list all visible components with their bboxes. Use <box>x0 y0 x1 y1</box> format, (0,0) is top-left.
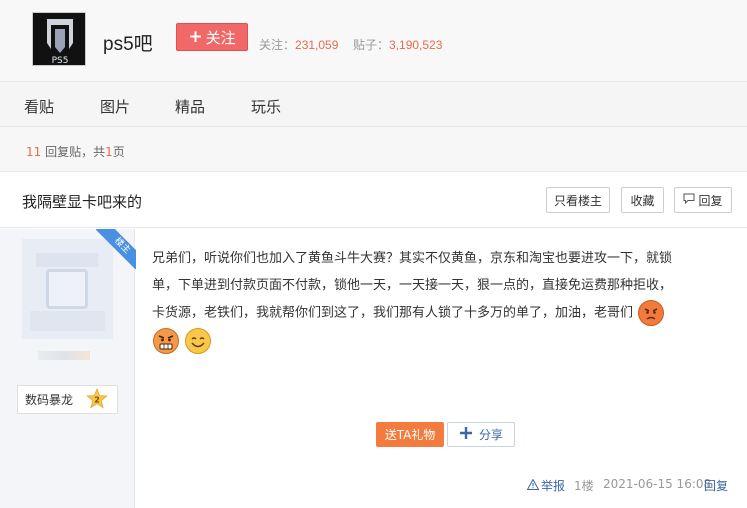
send-gift-button[interactable]: 送TA礼物 <box>376 422 444 447</box>
follow-button[interactable]: + 关注 <box>176 23 248 51</box>
favorite-button[interactable]: 收藏 <box>621 187 664 213</box>
floor-number: 1楼 <box>574 479 594 493</box>
content-line: 卡货源，老铁们，我就帮你们到这了，我们那有人锁了十多万的单了，加油，老哥们 <box>152 305 634 321</box>
username: 数码暴龙 <box>25 393 74 407</box>
angry-face-emoji-icon <box>637 299 665 327</box>
reply-label: 回复 <box>698 193 723 208</box>
plus-icon: + <box>188 26 203 47</box>
grimace-face-emoji-icon <box>152 327 180 355</box>
report-link[interactable]: 举报 <box>526 477 566 494</box>
only-op-label: 只看楼主 <box>553 193 602 208</box>
tab-posts[interactable]: 看贴 <box>24 96 54 117</box>
only-op-button[interactable]: 只看楼主 <box>546 187 610 213</box>
post-content: 兄弟们，听说你们也加入了黄鱼斗牛大赛？其实不仅黄鱼，京东和淘宝也要进攻一下，就锁… <box>152 246 712 357</box>
post-reply-link[interactable]: 回复 <box>704 477 728 494</box>
share-plus-icon <box>459 426 473 443</box>
followers-count: 231,059 <box>295 38 339 52</box>
level-star-icon: 2 <box>86 387 108 410</box>
share-label: 分享 <box>478 428 503 442</box>
comment-icon <box>683 193 695 207</box>
user-tag-blurred <box>38 351 90 360</box>
share-button[interactable]: 分享 <box>447 422 515 447</box>
emoji-row <box>152 327 712 357</box>
thread-title-bar: 我隔壁显卡吧来的 只看楼主 收藏 回复 <box>0 172 747 228</box>
tab-fun[interactable]: 玩乐 <box>251 96 281 117</box>
post-time: 2021-06-15 16:08 <box>603 477 712 491</box>
reply-count: 11 回复贴，共1页 <box>26 143 125 160</box>
level-number: 2 <box>94 396 100 405</box>
warning-icon <box>526 477 540 493</box>
op-badge: 楼主 <box>96 229 136 269</box>
smile-face-emoji-icon <box>184 327 212 355</box>
username-box[interactable]: 数码暴龙 2 <box>17 385 118 414</box>
reply-count-number: 11 <box>26 145 42 159</box>
tab-featured[interactable]: 精品 <box>175 96 205 117</box>
tab-images[interactable]: 图片 <box>100 96 130 117</box>
posts-count: 3,190,523 <box>389 38 443 52</box>
follow-label: 关注 <box>205 28 236 47</box>
forum-logo[interactable]: PS5 <box>32 12 86 66</box>
logo-text: PS5 <box>52 56 69 66</box>
content-line: 兄弟们，听说你们也加入了黄鱼斗牛大赛？其实不仅黄鱼，京东和淘宝也要进攻一下，就锁 <box>152 251 673 266</box>
post-floor-1: 楼主 数码暴龙 2 兄弟们，听说你们也加入了黄鱼斗牛大赛？其实不仅黄鱼，京东和淘… <box>0 229 747 508</box>
forum-header: PS5 ps5吧 + 关注 关注：231,059 贴子：3,190,523 <box>0 0 747 81</box>
author-sidebar: 楼主 数码暴龙 2 <box>0 229 136 508</box>
report-label: 举报 <box>541 479 566 493</box>
posts-stat: 贴子：3,190,523 <box>353 36 442 53</box>
thread-title: 我隔壁显卡吧来的 <box>22 193 143 211</box>
content-line-with-emoji: 卡货源，老铁们，我就帮你们到这了，我们那有人锁了十多万的单了，加油，老哥们 <box>152 299 712 327</box>
favorite-label: 收藏 <box>630 193 655 208</box>
followers-label: 关注： <box>259 38 296 52</box>
reply-button[interactable]: 回复 <box>674 187 732 213</box>
op-badge-label: 楼主 <box>96 229 136 269</box>
followers-stat: 关注：231,059 <box>259 36 338 53</box>
page-count-suffix: 页 <box>112 145 125 159</box>
reply-count-bar: 11 回复贴，共1页 <box>0 127 747 172</box>
posts-label: 贴子： <box>353 38 390 52</box>
forum-tabs: 看贴 图片 精品 玩乐 <box>0 81 747 127</box>
reply-count-suffix: 回复贴，共 <box>41 145 106 159</box>
page-count-number: 1 <box>105 145 113 159</box>
forum-name[interactable]: ps5吧 <box>103 29 153 56</box>
content-line: 单，下单进到付款页面不付款，锁他一天，一天接一天，狠一点的，直接免运费那种拒收， <box>152 277 673 293</box>
